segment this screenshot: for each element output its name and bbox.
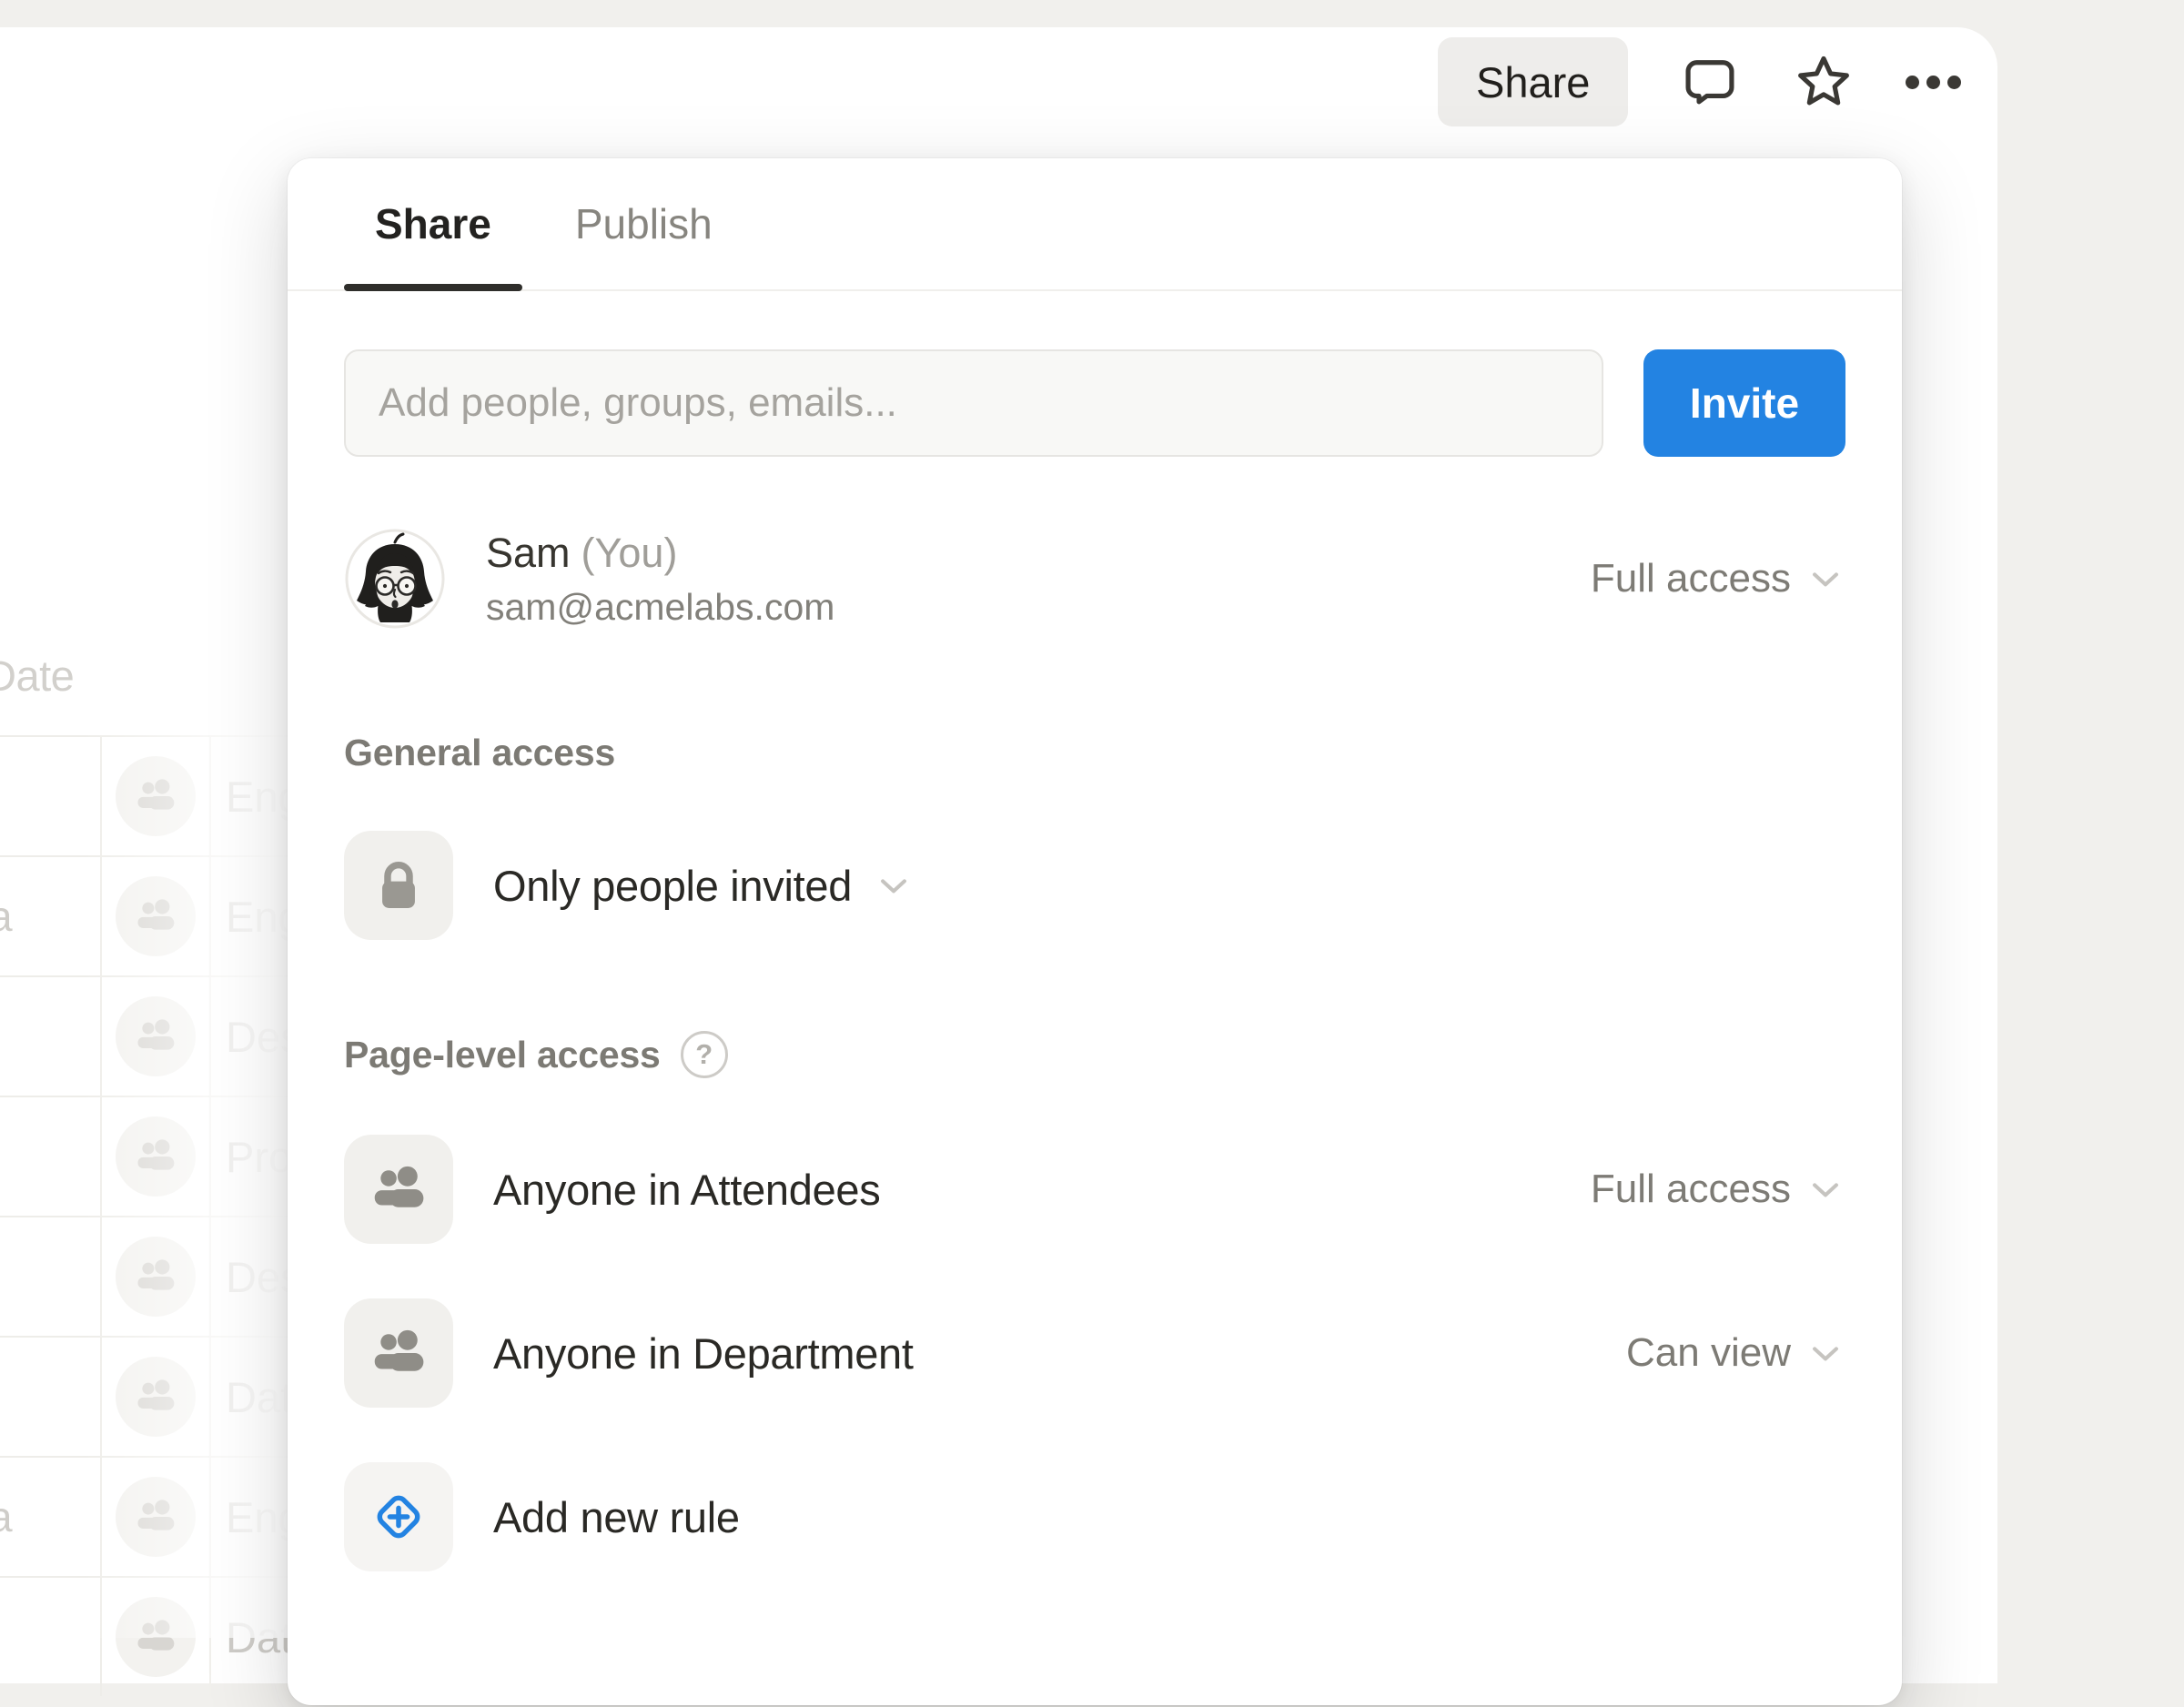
owner-you-suffix: (You) <box>581 530 678 576</box>
rule-access-dropdown[interactable]: Can view <box>1626 1330 1845 1376</box>
chevron-down-icon <box>1805 1169 1845 1209</box>
owner-row: Sam(You) sam@acmelabs.com Full access <box>344 528 1845 630</box>
lock-icon <box>344 831 453 940</box>
comment-icon[interactable] <box>1678 50 1742 114</box>
column-header-label: Date <box>0 651 74 701</box>
share-button[interactable]: Share <box>1438 37 1628 126</box>
people-icon <box>116 1237 196 1317</box>
help-icon[interactable]: ? <box>681 1031 728 1078</box>
dialog-content: Invite <box>288 349 1902 1571</box>
share-button-label: Share <box>1476 57 1590 107</box>
rule-label: Anyone in Attendees <box>493 1165 880 1215</box>
page-level-access-title: Page-level access ? <box>344 1031 1845 1078</box>
star-icon[interactable] <box>1792 50 1855 114</box>
page-toolbar: Share <box>1438 35 1961 129</box>
people-icon <box>116 1597 196 1677</box>
add-people-input[interactable] <box>344 349 1603 457</box>
people-icon <box>344 1298 453 1408</box>
chevron-down-icon <box>1805 559 1845 599</box>
add-rule-label: Add new rule <box>493 1492 740 1542</box>
avatar <box>344 528 446 630</box>
general-access-value: Only people invited <box>493 861 852 911</box>
general-access-row: Only people invited <box>344 831 1845 940</box>
rule-label: Anyone in Department <box>493 1328 914 1379</box>
invite-row: Invite <box>344 349 1845 457</box>
people-icon <box>116 1357 196 1437</box>
share-dialog: Share Publish Invite <box>288 158 1902 1705</box>
chevron-down-icon <box>874 865 914 905</box>
people-icon <box>116 756 196 836</box>
add-rule-diamond-plus-icon <box>344 1462 453 1571</box>
chevron-down-icon <box>1805 1333 1845 1373</box>
people-icon <box>344 1135 453 1244</box>
people-icon <box>116 996 196 1076</box>
rule-access-dropdown[interactable]: Full access <box>1591 1167 1845 1212</box>
invite-button[interactable]: Invite <box>1643 349 1845 457</box>
tab-share[interactable]: Share <box>344 158 522 289</box>
people-icon <box>116 1477 196 1557</box>
owner-name: Sam(You) <box>486 530 834 577</box>
rule-row-department: Anyone in Department Can view <box>344 1298 1845 1408</box>
tab-publish[interactable]: Publish <box>544 158 743 289</box>
screen: { "toolbar": { "share_label": "Share", "… <box>0 0 2184 1638</box>
dialog-tabs: Share Publish <box>288 158 1902 291</box>
owner-email: sam@acmelabs.com <box>486 586 834 629</box>
add-new-rule-row[interactable]: Add new rule <box>344 1462 1845 1571</box>
ellipsis-icon[interactable] <box>1906 76 1961 89</box>
rule-row-attendees: Anyone in Attendees Full access <box>344 1135 1845 1244</box>
general-access-dropdown[interactable] <box>874 865 914 905</box>
people-icon <box>116 876 196 956</box>
owner-access-dropdown[interactable]: Full access <box>1591 556 1845 601</box>
general-access-title: General access <box>344 732 1845 774</box>
people-icon <box>116 1116 196 1197</box>
